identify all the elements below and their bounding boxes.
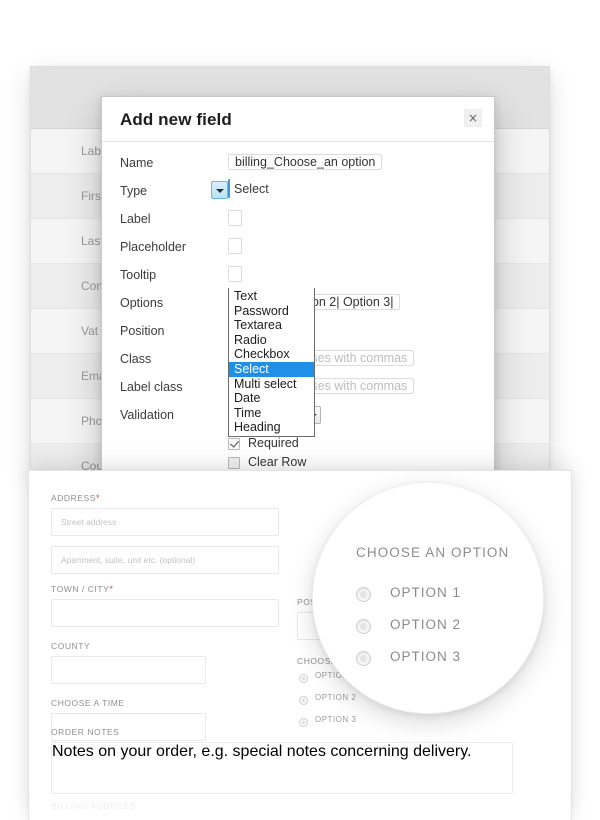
field-row-tooltip: Tooltip (120, 264, 476, 288)
placeholder-input[interactable] (228, 238, 242, 254)
dialog-header: Add new field × (102, 97, 494, 142)
position-label: Position (120, 324, 164, 338)
tooltip-input[interactable] (228, 266, 242, 282)
placeholder-input-wrap (228, 236, 242, 256)
order-notes-placeholder: Notes on your order, e.g. special notes … (52, 743, 472, 760)
dropdown-option-date[interactable]: Date (229, 391, 314, 406)
options-label: Options (120, 296, 163, 310)
dropdown-option-password[interactable]: Password (229, 304, 314, 319)
label-input-wrap (228, 208, 242, 228)
add-new-field-dialog: Add new field × Name billing_Choose_an o… (101, 96, 495, 471)
order-notes-label: ORDER NOTES (51, 727, 513, 737)
required-mark: * (96, 493, 100, 503)
dropdown-option-text[interactable]: Text (229, 289, 314, 304)
close-icon[interactable]: × (464, 109, 482, 127)
apartment-placeholder: Apartment, suite, unit etc. (optional) (61, 555, 195, 565)
clear-row-checkbox[interactable] (228, 457, 240, 469)
address-label: ADDRESS* (51, 493, 279, 503)
radio-icon[interactable] (356, 619, 371, 634)
radio-icon[interactable] (299, 674, 308, 683)
magnified-radio-label-option-3: OPTION 3 (390, 649, 461, 664)
label-input[interactable] (228, 210, 242, 226)
chevron-down-icon[interactable] (211, 181, 228, 199)
choose-a-time-label: CHOOSE A TIME (51, 698, 279, 708)
clear-row-label: Clear Row (248, 455, 306, 469)
magnified-choose-an-option-label: CHOOSE AN OPTION (356, 545, 509, 560)
radio-icon[interactable] (299, 718, 308, 727)
label-class-label: Label class (120, 380, 183, 394)
dropdown-option-textarea[interactable]: Textarea (229, 318, 314, 333)
label-label: Label (120, 212, 151, 226)
dialog-title: Add new field (120, 110, 232, 130)
admin-field-label: Vat (81, 324, 98, 338)
dropdown-option-heading[interactable]: Heading (229, 420, 314, 435)
required-mark: * (109, 584, 113, 594)
type-select[interactable]: Select (228, 179, 230, 198)
street-address-input[interactable]: Street address (51, 508, 279, 536)
radio-icon[interactable] (356, 587, 371, 602)
screenshot-stage: Label First Last Com Vat Ema (0, 0, 600, 820)
checkbox-row-required[interactable]: Required (228, 436, 476, 453)
order-notes-textarea[interactable]: Notes on your order, e.g. special notes … (51, 742, 513, 794)
radio-icon[interactable] (299, 696, 308, 705)
dropdown-option-checkbox[interactable]: Checkbox (229, 347, 314, 362)
radio-label-option-3: OPTION 3 (315, 715, 356, 724)
admin-field-label: Pho (81, 414, 102, 428)
required-label: Required (248, 436, 299, 450)
county-input[interactable] (51, 656, 206, 684)
field-row-type: Type Select (120, 180, 476, 204)
validation-label: Validation (120, 408, 174, 422)
tooltip-input-wrap (228, 264, 242, 284)
dropdown-option-multi-select[interactable]: Multi select (229, 377, 314, 392)
field-row-name: Name billing_Choose_an option (120, 152, 476, 176)
tooltip-label: Tooltip (120, 268, 156, 282)
town-city-input[interactable] (51, 599, 279, 627)
radio-label-option-2: OPTION 2 (315, 693, 356, 702)
faded-bottom-label: BILLING ADDRESS (51, 801, 136, 811)
checkout-form: ADDRESS* Street address Apartment, suite… (29, 471, 571, 493)
address-label-text: ADDRESS (51, 493, 96, 503)
type-dropdown-list[interactable]: Text Password Textarea Radio Checkbox Se… (228, 288, 315, 437)
field-row-label: Label (120, 208, 476, 232)
town-city-label-text: TOWN / CITY (51, 584, 109, 594)
type-select-value: Select (234, 182, 269, 196)
county-label: COUNTY (51, 641, 279, 651)
dropdown-option-radio[interactable]: Radio (229, 333, 314, 348)
apartment-input[interactable]: Apartment, suite, unit etc. (optional) (51, 546, 279, 574)
magnified-radio-label-option-2: OPTION 2 (390, 617, 461, 632)
required-checkbox[interactable] (228, 438, 240, 450)
type-label: Type (120, 184, 147, 198)
dropdown-option-select[interactable]: Select (229, 362, 314, 377)
town-city-label: TOWN / CITY* (51, 584, 279, 594)
class-label: Class (120, 352, 151, 366)
dropdown-option-time[interactable]: Time (229, 406, 314, 421)
radio-icon[interactable] (356, 651, 371, 666)
name-input[interactable]: billing_Choose_an option (228, 154, 382, 170)
placeholder-label: Placeholder (120, 240, 186, 254)
magnified-radio-label-option-1: OPTION 1 (390, 585, 461, 600)
magnifier-inset: CHOOSE AN OPTION OPTION 1 OPTION 2 OPTIO… (313, 483, 543, 713)
street-address-placeholder: Street address (61, 517, 116, 527)
type-select-wrap: Select (228, 180, 230, 198)
field-row-placeholder: Placeholder (120, 236, 476, 260)
checkout-left-column: ADDRESS* Street address Apartment, suite… (51, 493, 279, 751)
order-notes-section: ORDER NOTES Notes on your order, e.g. sp… (51, 727, 513, 794)
name-label: Name (120, 156, 153, 170)
name-input-wrap: billing_Choose_an option (228, 152, 382, 172)
